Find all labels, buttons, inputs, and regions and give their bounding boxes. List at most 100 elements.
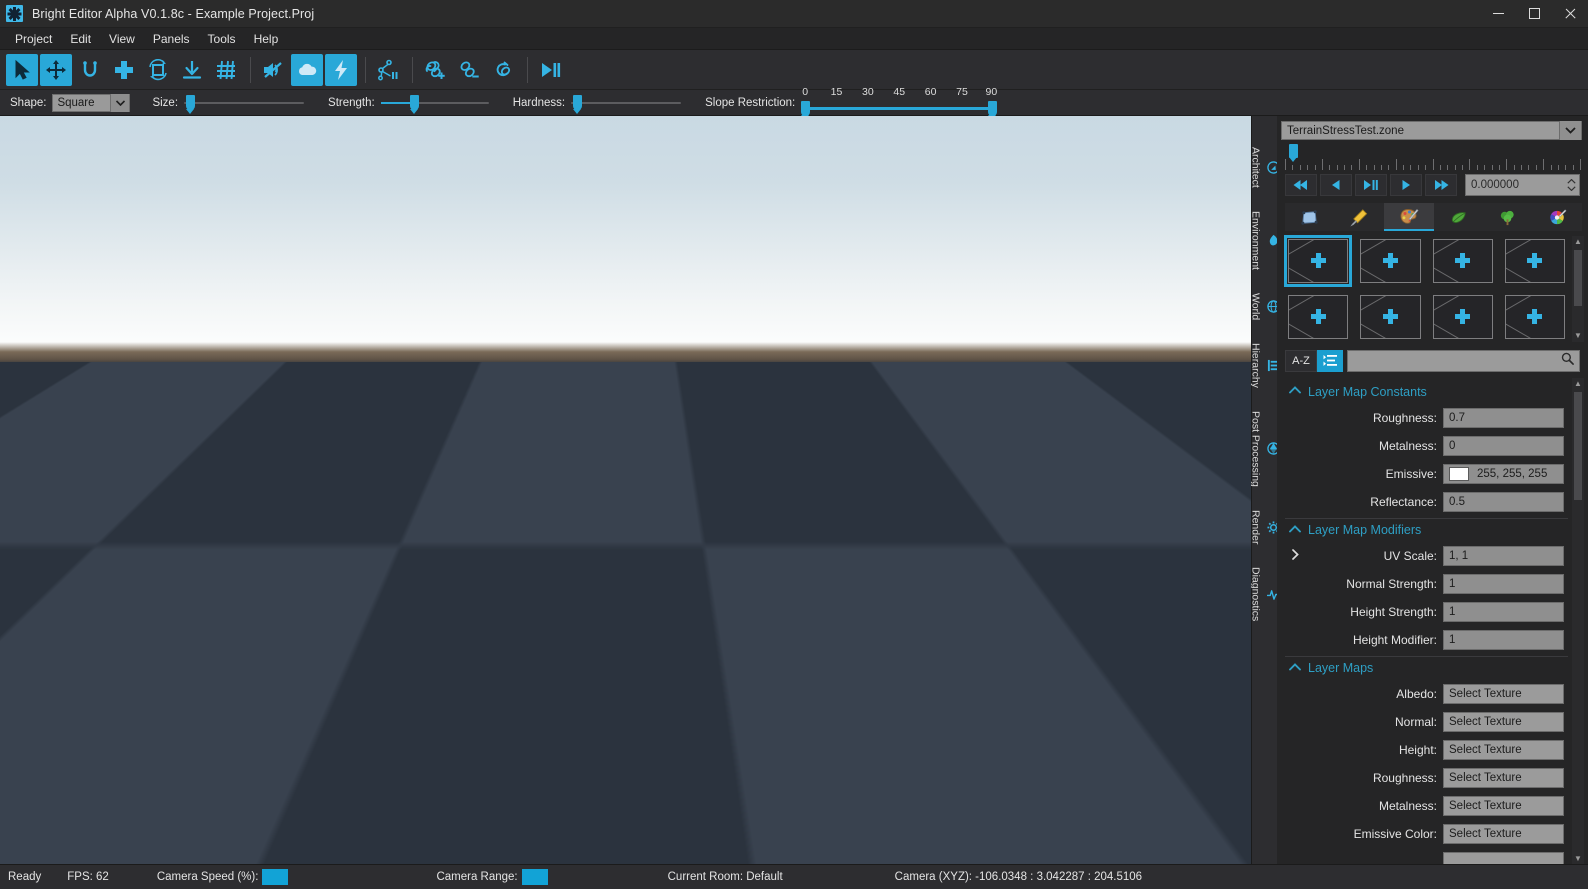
scroll-up-icon[interactable]: ▲ [1572, 378, 1584, 390]
zone-select[interactable]: TerrainStressTest.zone [1281, 121, 1582, 140]
mute-audio-toggle-button[interactable] [257, 54, 289, 86]
texture-slot[interactable] [1502, 292, 1568, 342]
property-value-field[interactable]: 1 [1443, 573, 1564, 594]
property-value-field[interactable]: 1 [1443, 629, 1564, 650]
tab-paint[interactable] [1384, 203, 1434, 232]
step-back-button[interactable] [1320, 174, 1352, 197]
size-slider-handle[interactable] [186, 94, 196, 114]
select-tool-button[interactable] [6, 53, 38, 86]
shape-select[interactable]: Square [52, 93, 131, 112]
scroll-down-icon[interactable]: ▼ [1572, 852, 1584, 864]
texture-slot[interactable] [1283, 234, 1353, 287]
select-texture-button[interactable]: Select Texture [1443, 823, 1564, 844]
scroll-up-icon[interactable]: ▲ [1572, 236, 1584, 248]
menu-item-panels[interactable]: Panels [144, 30, 199, 48]
tab-sculpt[interactable] [1335, 203, 1385, 230]
texture-slot[interactable] [1430, 236, 1496, 286]
menu-item-help[interactable]: Help [245, 30, 288, 48]
property-section-header[interactable]: Layer Map Constants [1285, 380, 1568, 404]
search-input[interactable] [1353, 354, 1561, 367]
step-forward-button[interactable] [1390, 174, 1422, 197]
play-pause-button[interactable] [1355, 174, 1387, 197]
sidebar-item-architect[interactable]: Architect [1250, 138, 1280, 202]
menu-item-project[interactable]: Project [6, 30, 61, 48]
tab-geometry[interactable] [1285, 203, 1335, 230]
sort-list-button[interactable] [1317, 349, 1343, 372]
size-slider[interactable] [184, 94, 305, 114]
search-box[interactable] [1347, 349, 1580, 372]
link-add-button[interactable] [419, 54, 451, 86]
close-button[interactable] [1552, 0, 1588, 28]
texture-slot[interactable] [1285, 292, 1351, 342]
select-texture-button[interactable]: Select Texture [1443, 683, 1564, 704]
property-value-field[interactable]: 255, 255, 255 [1443, 463, 1564, 484]
tab-grass[interactable] [1434, 203, 1484, 230]
texture-slot[interactable] [1502, 236, 1568, 286]
camera-range-indicator[interactable] [521, 869, 548, 885]
property-section-header[interactable]: Layer Map Modifiers [1285, 517, 1568, 542]
sidebar-item-hierarchy[interactable]: Hierarchy [1250, 334, 1280, 402]
texture-grid-scrollbar[interactable]: ▲ ▼ [1572, 235, 1584, 342]
timeline-scrubber[interactable] [1285, 144, 1581, 171]
select-texture-button[interactable]: Select Texture [1443, 711, 1564, 732]
slope-restriction-slider[interactable]: 0 15 30 45 60 75 90 [801, 86, 998, 120]
scale-tool-button[interactable] [108, 54, 140, 86]
sort-az-button[interactable]: A-Z [1285, 349, 1317, 372]
chevron-right-icon[interactable] [1289, 548, 1301, 563]
cloud-toggle-button[interactable] [291, 53, 323, 86]
menu-item-view[interactable]: View [100, 30, 144, 48]
skip-to-end-button[interactable] [1425, 174, 1457, 197]
texture-slot[interactable] [1357, 236, 1423, 286]
strength-slider[interactable] [380, 94, 489, 114]
color-swatch[interactable] [1449, 466, 1469, 481]
sidebar-item-post-processing[interactable]: Post Processing [1250, 402, 1280, 501]
spinner-updown-icon[interactable] [1564, 175, 1578, 195]
sidebar-item-diagnostics[interactable]: Diagnostics [1250, 558, 1280, 635]
snap-to-ground-button[interactable] [176, 54, 208, 86]
property-value-field[interactable]: 0.7 [1443, 407, 1564, 428]
properties-scrollbar[interactable]: ▲ ▼ [1572, 377, 1584, 864]
scroll-down-icon[interactable]: ▼ [1572, 330, 1584, 342]
slope-min-handle[interactable] [801, 100, 811, 120]
chevron-down-icon[interactable] [1559, 121, 1581, 140]
skip-to-start-button[interactable] [1285, 174, 1317, 197]
lighting-toggle-button[interactable] [325, 53, 357, 86]
camera-speed-indicator[interactable] [262, 869, 289, 885]
time-value-field[interactable]: 0.000000 [1465, 174, 1580, 197]
play-pause-simulation-button[interactable] [534, 54, 566, 86]
tab-foliage[interactable] [1483, 203, 1533, 230]
physics-pause-tool-button[interactable] [372, 54, 404, 86]
hardness-slider-handle[interactable] [573, 94, 583, 114]
sidebar-item-world[interactable]: World [1250, 284, 1280, 334]
grid-snap-toggle-button[interactable] [210, 54, 242, 86]
select-texture-button[interactable]: Select Texture [1443, 739, 1564, 760]
select-texture-button[interactable]: Select Texture [1443, 795, 1564, 816]
maximize-button[interactable] [1516, 0, 1552, 28]
select-texture-button[interactable]: Select Texture [1443, 767, 1564, 788]
local-space-toggle-button[interactable] [142, 54, 174, 86]
property-value-field[interactable]: 0.5 [1443, 491, 1564, 512]
select-texture-button[interactable] [1443, 851, 1564, 864]
texture-slot[interactable] [1357, 292, 1423, 342]
tab-color[interactable] [1533, 203, 1583, 230]
menu-item-tools[interactable]: Tools [199, 30, 245, 48]
link-break-button[interactable] [487, 54, 519, 86]
sidebar-item-environment[interactable]: Environment [1250, 202, 1280, 284]
move-tool-button[interactable] [40, 53, 72, 86]
sidebar-item-render[interactable]: Render [1250, 501, 1280, 558]
menu-item-edit[interactable]: Edit [61, 30, 100, 48]
minimize-button[interactable] [1480, 0, 1516, 28]
link-remove-button[interactable] [453, 54, 485, 86]
property-value-field[interactable]: 0 [1443, 435, 1564, 456]
hardness-slider[interactable] [571, 94, 682, 114]
strength-slider-handle[interactable] [409, 94, 419, 114]
slope-max-handle[interactable] [988, 100, 998, 120]
measuring-stick-6ft[interactable]: 6 FT [74, 627, 140, 864]
texture-slot[interactable] [1430, 292, 1496, 342]
property-section-header[interactable]: Layer Maps [1285, 655, 1568, 680]
property-value-field[interactable]: 1, 1 [1443, 545, 1564, 566]
rotate-tool-button[interactable] [74, 54, 106, 86]
timeline-playhead[interactable] [1289, 144, 1298, 162]
3d-viewport[interactable]: 6 FT [0, 116, 1251, 864]
property-value-field[interactable]: 1 [1443, 601, 1564, 622]
